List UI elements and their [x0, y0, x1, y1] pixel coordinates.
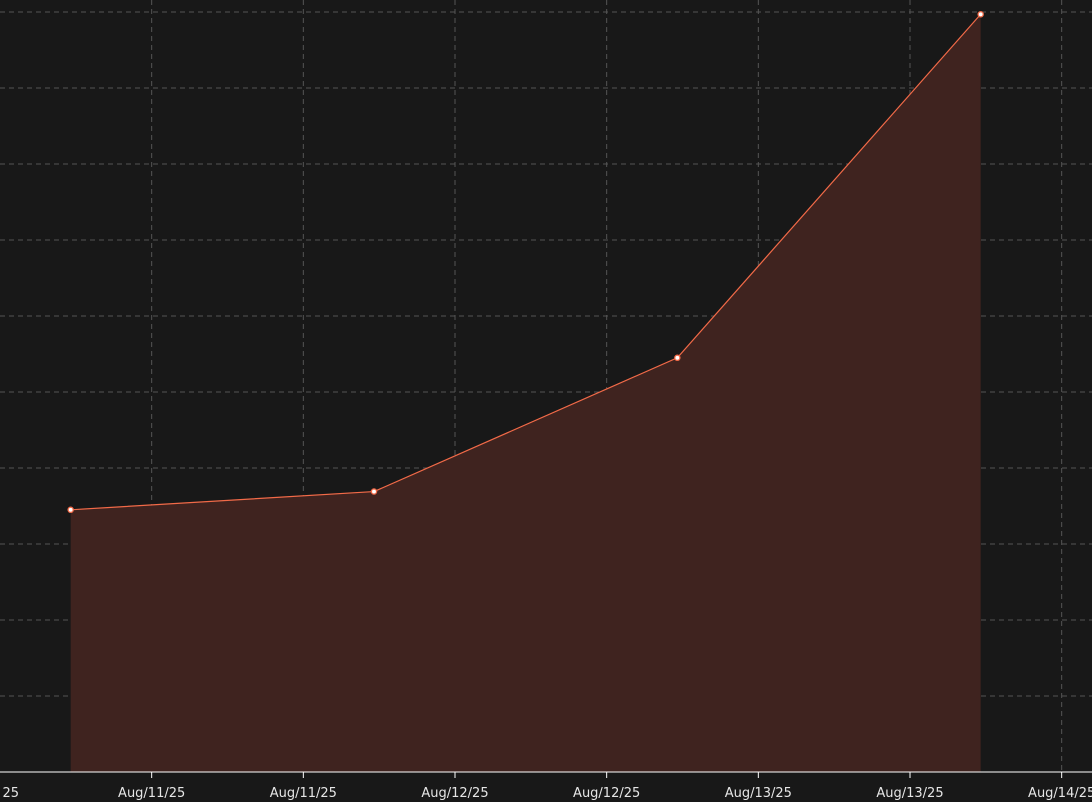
x-tick-label-1: Aug/11/25 [118, 786, 185, 801]
data-point-0-0 [67, 506, 74, 514]
x-tick-label-5: Aug/13/25 [725, 786, 792, 801]
x-tick-label-7: Aug/14/25 [1028, 786, 1092, 801]
x-tick-labels: 25 Aug/11/25 Aug/11/25 Aug/12/25 Aug/12/25 Au… [2, 772, 1092, 801]
area-chart: 25 Aug/11/25 Aug/11/25 Aug/12/25 Aug/12/25 Au… [0, 0, 1092, 802]
series-fill-0 [70, 14, 981, 772]
x-tick-label-6: Aug/13/25 [876, 786, 943, 801]
x-tick-label-4: Aug/12/25 [573, 786, 640, 801]
data-point-0-3 [977, 11, 984, 18]
x-tick-label-3: Aug/12/25 [421, 786, 488, 801]
data-point-0-1 [370, 488, 378, 495]
x-tick-label-2: Aug/11/25 [270, 786, 337, 801]
data-point-0-2 [674, 354, 681, 362]
x-tick-label-0: 25 [2, 786, 19, 801]
series-area [70, 13, 982, 772]
chart-svg: 25 Aug/11/25 Aug/11/25 Aug/12/25 Aug/12/25 Au… [0, 0, 1092, 801]
